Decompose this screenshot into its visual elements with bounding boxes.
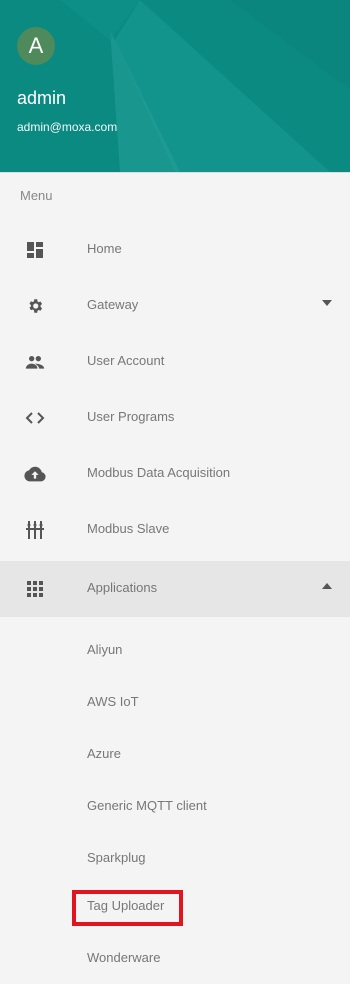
submenu-item-label: Wonderware bbox=[87, 950, 161, 965]
menu-section-title: Menu bbox=[20, 188, 53, 203]
menu-item-gateway[interactable]: Gateway bbox=[0, 278, 350, 334]
avatar[interactable]: A bbox=[17, 27, 55, 65]
code-icon bbox=[23, 408, 47, 428]
people-icon bbox=[23, 352, 47, 372]
gear-icon bbox=[23, 296, 47, 316]
chevron-down-icon[interactable] bbox=[322, 300, 332, 306]
menu-item-label: User Account bbox=[87, 353, 165, 368]
menu-item-modbus-slave[interactable]: Modbus Slave bbox=[0, 502, 350, 558]
submenu-item-label: Azure bbox=[87, 746, 121, 761]
user-header: A admin admin@moxa.com bbox=[0, 0, 350, 172]
navigation-drawer: A admin admin@moxa.com Menu Home Gateway bbox=[0, 0, 350, 976]
menu-item-label: Home bbox=[87, 241, 122, 256]
cloud-upload-icon bbox=[23, 464, 47, 484]
user-email: admin@moxa.com bbox=[17, 120, 118, 134]
submenu-item-label: Tag Uploader bbox=[87, 898, 165, 913]
submenu-item-generic-mqtt-client[interactable]: Generic MQTT client bbox=[0, 780, 350, 832]
submenu-item-label: Sparkplug bbox=[87, 850, 146, 865]
submenu-item-label: Generic MQTT client bbox=[87, 798, 207, 813]
menu-item-user-account[interactable]: User Account bbox=[0, 334, 350, 390]
menu-item-modbus-data-acquisition[interactable]: Modbus Data Acquisition bbox=[0, 446, 350, 502]
menu-item-home[interactable]: Home bbox=[0, 222, 350, 278]
submenu-item-sparkplug[interactable]: Sparkplug bbox=[0, 832, 350, 884]
menu-item-label: Applications bbox=[87, 580, 158, 595]
network-icon bbox=[23, 520, 47, 540]
menu-item-applications[interactable]: Applications bbox=[0, 561, 350, 617]
submenu-item-wonderware[interactable]: Wonderware bbox=[0, 932, 350, 984]
username: admin bbox=[17, 88, 67, 108]
chevron-up-icon[interactable] bbox=[322, 583, 332, 589]
menu-item-label: Modbus Data Acquisition bbox=[87, 465, 231, 480]
submenu-item-tag-uploader[interactable]: Tag Uploader bbox=[0, 880, 350, 932]
menu-item-label: Modbus Slave bbox=[87, 521, 170, 536]
header-background bbox=[0, 0, 350, 172]
submenu-item-label: Aliyun bbox=[87, 642, 123, 657]
submenu-item-aliyun[interactable]: Aliyun bbox=[0, 624, 350, 676]
menu-item-user-programs[interactable]: User Programs bbox=[0, 390, 350, 446]
dashboard-icon bbox=[23, 240, 47, 260]
divider bbox=[0, 172, 350, 173]
grid-icon bbox=[23, 579, 47, 599]
menu-item-label: Gateway bbox=[87, 297, 139, 312]
submenu-item-aws-iot[interactable]: AWS IoT bbox=[0, 676, 350, 728]
submenu-item-azure[interactable]: Azure bbox=[0, 728, 350, 780]
menu-item-label: User Programs bbox=[87, 409, 175, 424]
submenu-item-label: AWS IoT bbox=[87, 694, 139, 709]
